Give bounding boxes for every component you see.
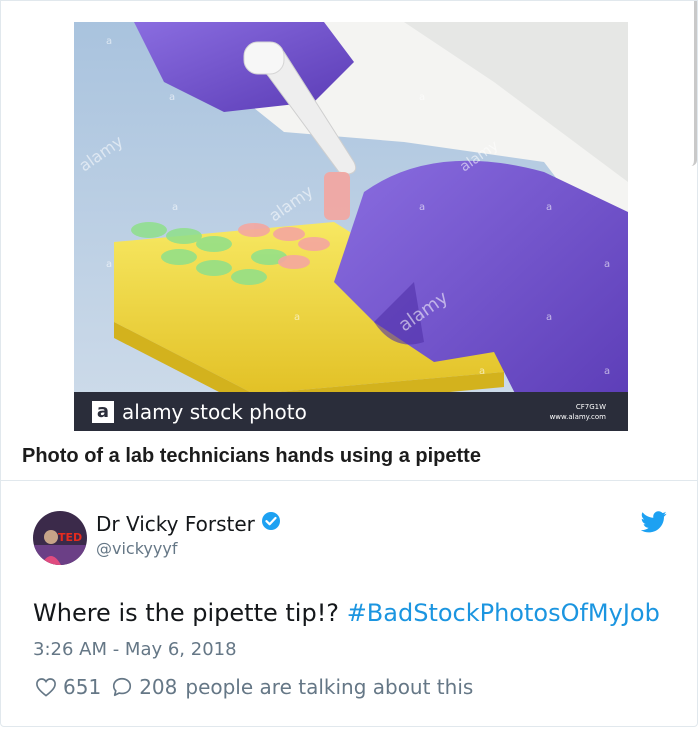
tweet-timestamp[interactable]: 3:26 AM - May 6, 2018 (33, 639, 237, 660)
alamy-logo-icon: a (92, 400, 114, 423)
twitter-bird-icon[interactable] (640, 511, 667, 537)
verified-badge-icon (261, 511, 281, 536)
scrollbar[interactable] (686, 1, 697, 166)
like-count: 651 (63, 675, 102, 699)
avatar-image: TED (33, 511, 87, 565)
svg-text:a: a (172, 202, 178, 213)
svg-text:a: a (479, 366, 485, 377)
author-name-row[interactable]: Dr Vicky Forster (96, 511, 281, 536)
tweet-card[interactable]: TED Dr Vicky Forster @vickyyyf Where is … (0, 480, 698, 727)
alamy-image-info: CF7G1W www.alamy.com (550, 402, 606, 422)
svg-text:a: a (294, 312, 300, 323)
heart-icon (35, 677, 57, 697)
svg-text:a: a (419, 92, 425, 103)
alamy-site: www.alamy.com (549, 412, 606, 421)
svg-text:a: a (546, 202, 552, 213)
talking-label: people are talking about this (185, 675, 474, 699)
image-caption: Photo of a lab technicians hands using a… (22, 445, 481, 467)
embedded-image-card: alamy alamy alamy alamy aaa aaa aaa aaa … (0, 0, 698, 480)
hashtag-link[interactable]: #BadStockPhotosOfMyJob (347, 599, 660, 627)
image-code: CF7G1W (575, 402, 606, 411)
tweet-text: Where is the pipette tip!? #BadStockPhot… (33, 599, 660, 627)
avatar-ted-text: TED (58, 531, 82, 544)
svg-text:a: a (546, 312, 552, 323)
reply-count: 208 (139, 675, 178, 699)
svg-text:a: a (604, 366, 610, 377)
tweet-text-body: Where is the pipette tip!? (33, 599, 347, 627)
author-handle[interactable]: @vickyyyf (96, 539, 177, 558)
svg-text:a: a (169, 92, 175, 103)
reply-button[interactable]: 208 people are talking about this (111, 675, 473, 699)
svg-text:a: a (604, 259, 610, 270)
svg-text:a: a (106, 259, 112, 270)
stock-photo[interactable]: alamy alamy alamy alamy aaa aaa aaa aaa … (74, 22, 628, 431)
speech-bubble-icon (111, 676, 133, 698)
stock-photo-illustration: alamy alamy alamy alamy aa a aaa a aa aa a (74, 22, 628, 431)
svg-text:a: a (106, 36, 112, 47)
alamy-footer-bar: a alamy stock photo CF7G1W www.alamy.com (74, 392, 628, 431)
like-button[interactable]: 651 (35, 675, 111, 699)
alamy-logo[interactable]: a alamy stock photo (92, 400, 307, 424)
svg-text:a: a (419, 202, 425, 213)
alamy-brand-label: alamy stock photo (122, 399, 307, 424)
author-name[interactable]: Dr Vicky Forster (96, 512, 255, 536)
avatar[interactable]: TED (33, 511, 87, 565)
tweet-actions: 651 208 people are talking about this (35, 675, 473, 699)
